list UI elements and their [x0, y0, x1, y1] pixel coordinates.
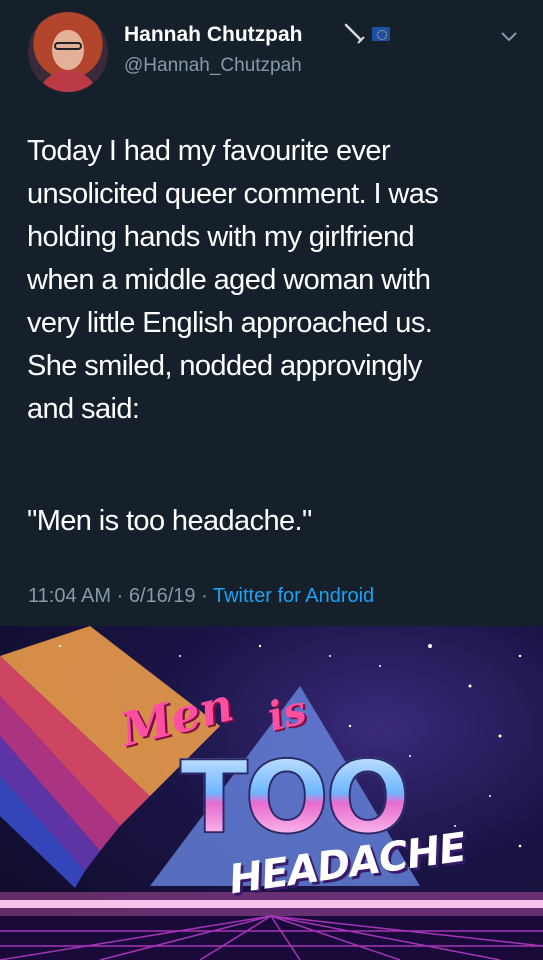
tweet-source-link[interactable]: Twitter for Android [213, 585, 374, 607]
meme-image[interactable]: Men is TOO HEADACHE [0, 626, 543, 960]
tweet-text: Today I had my favourite ever unsolicite… [27, 135, 439, 425]
eu-flag-icon [372, 27, 390, 41]
tweet-time[interactable]: 11:04 AM [28, 585, 111, 607]
author-handle[interactable]: @Hannah_Chutzpah [124, 55, 302, 77]
tweet-meta: 11:04 AM · 6/16/19 · Twitter for Android [28, 585, 374, 608]
avatar[interactable] [28, 12, 108, 92]
avatar-glasses [54, 42, 82, 50]
author-name[interactable]: Hannah Chutzpah [124, 23, 303, 47]
tweet-date[interactable]: 6/16/19 [129, 585, 196, 607]
tweet-quote: "Men is too headache." [27, 505, 312, 537]
avatar-face [52, 30, 84, 70]
meme-text-too: TOO [179, 739, 411, 856]
avatar-shirt [38, 70, 98, 92]
meta-separator: · [116, 585, 124, 607]
meta-separator: · [201, 585, 208, 607]
tweet-card: Hannah Chutzpah @Hannah_Chutzpah Today I… [0, 0, 543, 626]
sword-icon [344, 23, 365, 44]
chevron-down-icon[interactable] [496, 24, 522, 50]
